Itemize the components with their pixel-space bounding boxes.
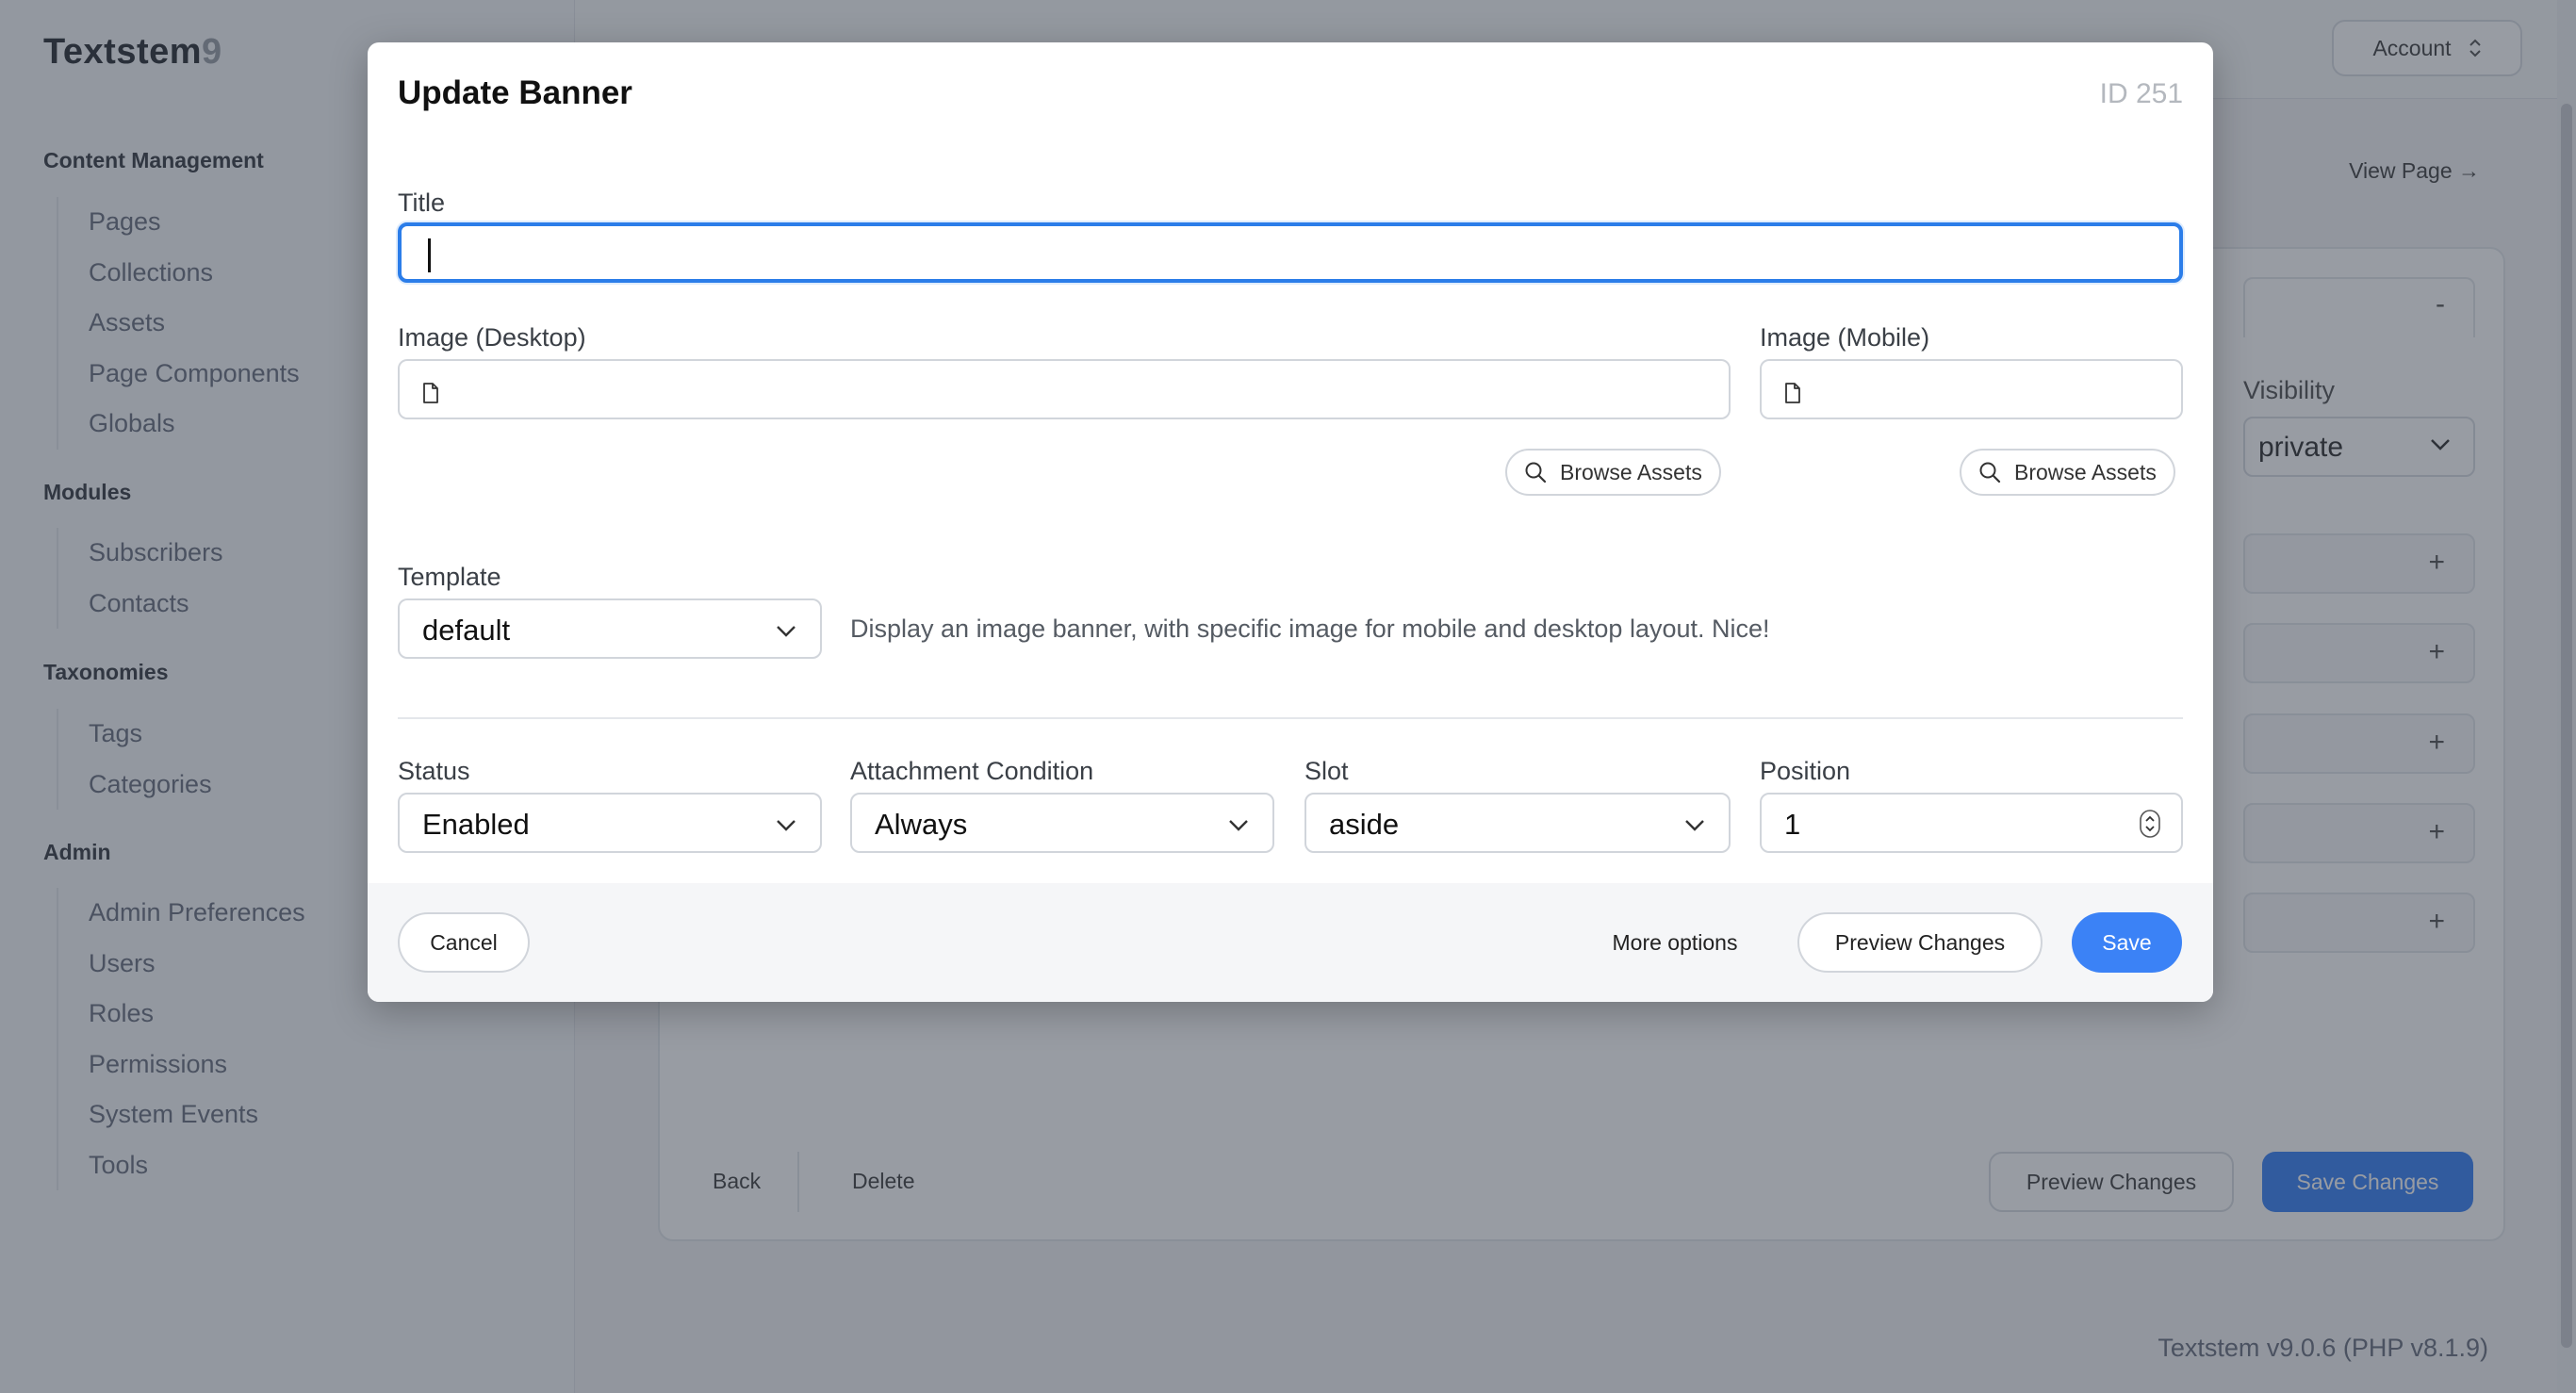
browse-assets-label: Browse Assets (1560, 459, 1702, 484)
template-value: default (422, 614, 511, 647)
section-divider (398, 717, 2183, 719)
browse-assets-desktop-button[interactable]: Browse Assets (1505, 449, 1721, 496)
title-label: Title (398, 188, 446, 217)
update-banner-modal: Update Banner ID 251 Title Image (Deskto… (368, 42, 2213, 1002)
template-description: Display an image banner, with specific i… (850, 615, 1770, 643)
slot-value: aside (1329, 808, 1400, 841)
text-caret (428, 238, 431, 272)
image-desktop-label: Image (Desktop) (398, 323, 586, 352)
search-icon (1979, 462, 2001, 483)
modal-footer: Cancel More options Preview Changes Save (368, 883, 2213, 1002)
save-button[interactable]: Save (2072, 912, 2182, 973)
chevron-down-icon (1229, 820, 1248, 831)
browse-assets-label: Browse Assets (2014, 459, 2157, 484)
slot-select[interactable]: aside (1304, 793, 1731, 853)
title-input[interactable] (398, 222, 2183, 283)
image-mobile-input[interactable] (1760, 359, 2183, 419)
image-desktop-input[interactable] (398, 359, 1731, 419)
chevron-down-icon (777, 820, 796, 831)
status-label: Status (398, 757, 470, 785)
file-icon (1785, 383, 1800, 403)
template-select[interactable]: default (398, 598, 822, 659)
stepper-icon[interactable] (2140, 810, 2160, 838)
modal-id-label: ID 251 (2099, 78, 2183, 109)
slot-label: Slot (1304, 757, 1349, 785)
position-value: 1 (1784, 808, 1801, 841)
template-label: Template (398, 563, 501, 591)
attachment-condition-select[interactable]: Always (850, 793, 1274, 853)
browse-assets-mobile-button[interactable]: Browse Assets (1960, 449, 2175, 496)
image-mobile-label: Image (Mobile) (1760, 323, 1930, 352)
cancel-button[interactable]: Cancel (398, 912, 530, 973)
chevron-down-icon (777, 626, 796, 637)
more-options-button[interactable]: More options (1597, 912, 1753, 973)
position-input[interactable]: 1 (1760, 793, 2183, 853)
position-label: Position (1760, 757, 1851, 785)
status-select[interactable]: Enabled (398, 793, 822, 853)
status-value: Enabled (422, 808, 530, 841)
preview-changes-button[interactable]: Preview Changes (1797, 912, 2043, 973)
attachment-condition-label: Attachment Condition (850, 757, 1094, 785)
file-icon (423, 383, 438, 403)
search-icon (1525, 462, 1547, 483)
modal-title: Update Banner (398, 74, 632, 111)
chevron-down-icon (1685, 820, 1704, 831)
attachment-condition-value: Always (875, 808, 968, 841)
